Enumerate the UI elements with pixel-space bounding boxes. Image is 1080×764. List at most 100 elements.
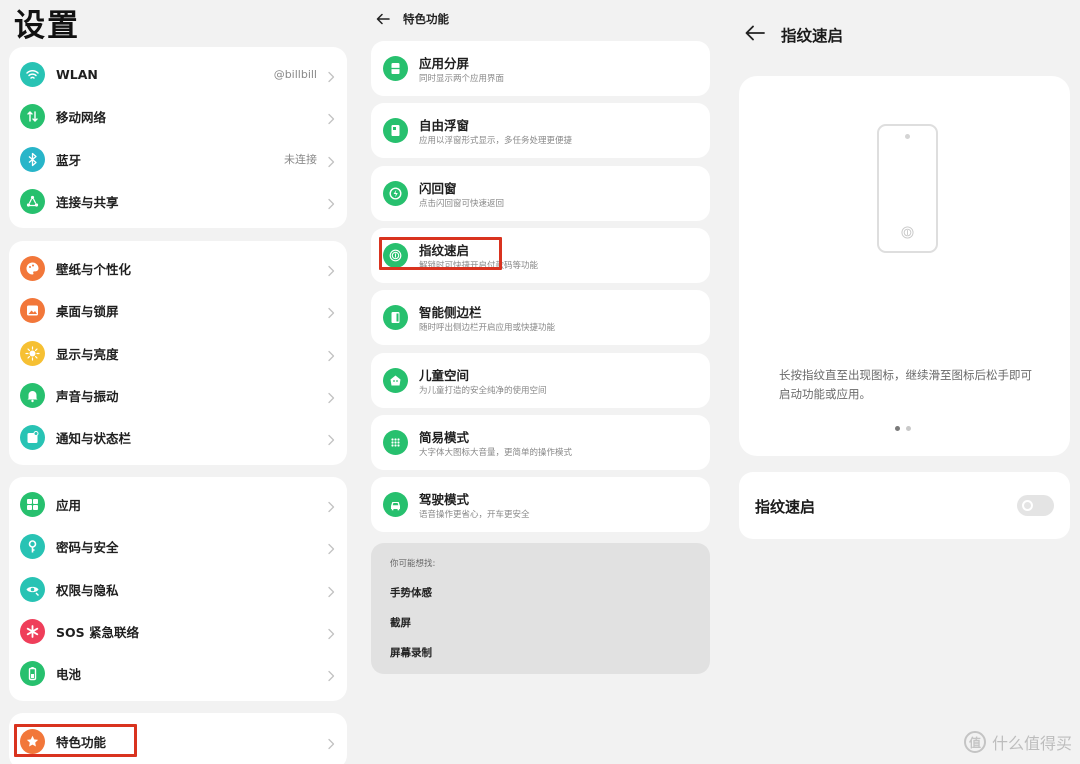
settings-item-label: 壁纸与个性化 bbox=[56, 261, 132, 277]
features-pane: 特色功能 应用分屏同时显示两个应用界面自由浮窗应用以浮窗形式显示，多任务处理更便… bbox=[362, 0, 718, 764]
feature-subtitle: 应用以浮窗形式显示，多任务处理更便捷 bbox=[419, 136, 573, 146]
feature-card-flashback[interactable]: 闪回窗点击闪回窗可快速返回 bbox=[371, 166, 710, 221]
settings-item-label: 应用 bbox=[56, 497, 82, 513]
sidebar-icon bbox=[383, 305, 408, 330]
feature-title: 闪回窗 bbox=[419, 181, 457, 196]
star-icon bbox=[20, 728, 45, 754]
settings-item-label: SOS 紧急联络 bbox=[56, 624, 139, 640]
chevron-right-icon bbox=[326, 304, 336, 319]
settings-item-battery[interactable]: 电池 bbox=[9, 652, 347, 694]
image-icon bbox=[20, 297, 45, 323]
settings-item-privacy-eye[interactable]: 权限与隐私 bbox=[9, 568, 347, 610]
page-title: 设置 bbox=[14, 8, 80, 44]
feature-subtitle: 语音操作更省心，开车更安全 bbox=[419, 510, 530, 520]
phone-illustration bbox=[877, 124, 938, 253]
settings-item-label: 桌面与锁屏 bbox=[56, 303, 119, 319]
chevron-right-icon bbox=[326, 667, 336, 682]
watermark-logo-icon: 值 bbox=[963, 731, 986, 753]
share-icon bbox=[20, 188, 45, 214]
features-title: 特色功能 bbox=[403, 12, 449, 26]
page-dot[interactable] bbox=[906, 426, 911, 431]
settings-item-notification[interactable]: 通知与状态栏 bbox=[9, 416, 347, 458]
sos-asterisk-icon bbox=[20, 618, 45, 644]
settings-item-label: 移动网络 bbox=[56, 109, 107, 125]
toggle-label: 指纹速启 bbox=[755, 498, 816, 516]
sun-icon bbox=[20, 340, 45, 366]
chevron-right-icon bbox=[326, 262, 336, 277]
floating-window-icon bbox=[383, 118, 408, 143]
chevron-right-icon bbox=[326, 347, 336, 362]
settings-item-label: 特色功能 bbox=[56, 734, 107, 750]
back-arrow-icon[interactable] bbox=[376, 10, 390, 29]
page-dot[interactable] bbox=[895, 426, 900, 431]
feature-subtitle: 大字体大图标大音量，更简单的操作模式 bbox=[419, 448, 573, 458]
settings-group: 特色功能 bbox=[9, 713, 347, 764]
settings-item-bluetooth[interactable]: 蓝牙 未连接 bbox=[9, 138, 347, 180]
bell-icon bbox=[20, 382, 45, 408]
feature-title: 驾驶模式 bbox=[419, 492, 470, 507]
page-indicator bbox=[895, 426, 911, 431]
split-screen-icon bbox=[383, 56, 408, 81]
settings-pane: 设置 WLAN @billbill 移动网络蓝牙 未连接 连接与共享壁纸与个性化 桌面与锁… bbox=[0, 0, 356, 764]
settings-item-key[interactable]: 密码与安全 bbox=[9, 525, 347, 567]
watermark: 值 什么值得买 bbox=[963, 730, 1072, 754]
detail-header: 指纹速启 bbox=[745, 24, 843, 46]
settings-item-mobile-data[interactable]: 移动网络 bbox=[9, 95, 347, 137]
simple-mode-icon bbox=[383, 430, 408, 455]
chevron-right-icon bbox=[326, 389, 336, 404]
feature-subtitle: 点击闪回窗可快速返回 bbox=[419, 199, 505, 209]
settings-item-sun[interactable]: 显示与亮度 bbox=[9, 332, 347, 374]
feature-card-car[interactable]: 驾驶模式语音操作更省心，开车更安全 bbox=[371, 477, 710, 532]
settings-item-sos-asterisk[interactable]: SOS 紧急联络 bbox=[9, 610, 347, 652]
feature-title: 应用分屏 bbox=[419, 56, 470, 71]
car-icon bbox=[383, 492, 408, 517]
feature-card-fingerprint[interactable]: 指纹速启 解锁时可快捷开启付款码等功能 bbox=[371, 228, 710, 283]
chevron-right-icon bbox=[326, 625, 336, 640]
feature-card-simple-mode[interactable]: 简易模式大字体大图标大音量，更简单的操作模式 bbox=[371, 415, 710, 470]
battery-icon bbox=[20, 660, 45, 686]
key-icon bbox=[20, 533, 45, 559]
settings-item-label: 通知与状态栏 bbox=[56, 430, 132, 446]
chevron-right-icon bbox=[326, 195, 336, 210]
privacy-eye-icon bbox=[20, 576, 45, 602]
suggestions-panel: 你可能想找: 手势体感 截屏 屏幕录制 bbox=[371, 543, 710, 674]
feature-card-split-screen[interactable]: 应用分屏同时显示两个应用界面 bbox=[371, 41, 710, 96]
feature-card-sidebar[interactable]: 智能侧边栏随时呼出侧边栏开启应用或快捷功能 bbox=[371, 290, 710, 345]
feature-title: 智能侧边栏 bbox=[419, 305, 482, 320]
suggestion-screenshot[interactable]: 截屏 bbox=[390, 615, 411, 630]
feature-card-floating-window[interactable]: 自由浮窗应用以浮窗形式显示，多任务处理更便捷 bbox=[371, 103, 710, 158]
settings-item-palette[interactable]: 壁纸与个性化 bbox=[9, 247, 347, 289]
settings-item-apps[interactable]: 应用 bbox=[9, 483, 347, 525]
feature-title: 自由浮窗 bbox=[419, 118, 470, 133]
fingerprint-quick-launch-switch[interactable] bbox=[1017, 495, 1054, 516]
feature-title: 简易模式 bbox=[419, 430, 470, 445]
feature-subtitle: 解锁时可快捷开启付款码等功能 bbox=[419, 261, 539, 271]
chevron-right-icon bbox=[326, 68, 336, 83]
chevron-right-icon bbox=[326, 583, 336, 598]
settings-item-wifi[interactable]: WLAN @billbill bbox=[9, 53, 347, 95]
settings-item-share[interactable]: 连接与共享 bbox=[9, 180, 347, 222]
chevron-right-icon bbox=[326, 431, 336, 446]
feature-subtitle: 同时显示两个应用界面 bbox=[419, 74, 505, 84]
watermark-text: 什么值得买 bbox=[991, 734, 1072, 753]
suggestion-screen-record[interactable]: 屏幕录制 bbox=[390, 645, 432, 660]
mobile-data-icon bbox=[20, 103, 45, 129]
back-arrow-icon[interactable] bbox=[745, 25, 765, 45]
feature-subtitle: 随时呼出侧边栏开启应用或快捷功能 bbox=[419, 323, 556, 333]
settings-group: 应用密码与安全 权限与隐私 SOS 紧急联络 电池 bbox=[9, 477, 347, 701]
settings-item-bell[interactable]: 声音与振动 bbox=[9, 374, 347, 416]
settings-item-value: @billbill bbox=[273, 67, 317, 81]
settings-item-image[interactable]: 桌面与锁屏 bbox=[9, 289, 347, 331]
detail-title: 指纹速启 bbox=[781, 27, 844, 45]
suggestion-gesture[interactable]: 手势体感 bbox=[390, 585, 432, 600]
palette-icon bbox=[20, 255, 45, 281]
settings-item-star[interactable]: 特色功能 bbox=[9, 720, 347, 762]
feature-title: 儿童空间 bbox=[419, 368, 470, 383]
switch-knob bbox=[1022, 500, 1033, 511]
chevron-right-icon bbox=[326, 110, 336, 125]
settings-item-label: 显示与亮度 bbox=[56, 346, 119, 362]
feature-card-kids[interactable]: 儿童空间为儿童打造的安全纯净的使用空间 bbox=[371, 353, 710, 408]
chevron-right-icon bbox=[326, 540, 336, 555]
settings-item-label: 电池 bbox=[56, 666, 82, 682]
feature-subtitle: 为儿童打造的安全纯净的使用空间 bbox=[419, 386, 547, 396]
